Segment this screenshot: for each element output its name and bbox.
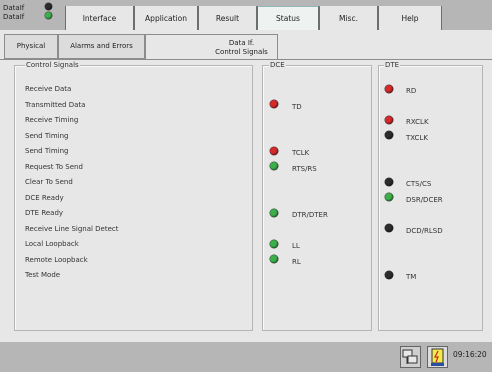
subtab-physical[interactable]: Physical — [4, 34, 58, 59]
signal-label: Transmitted Data — [25, 100, 86, 109]
dce-led-indicator — [270, 239, 278, 248]
dte-led-indicator — [385, 131, 393, 139]
dce-signal-name: LL — [292, 242, 300, 250]
signal-label: Clear To Send — [25, 178, 73, 186]
dce-signal-name: RTS/RS — [292, 164, 317, 173]
dte-signal-name: CTS/CS — [406, 180, 432, 188]
signal-label: Receive Line Signal Detect — [25, 224, 119, 233]
dce-led-indicator — [270, 146, 278, 155]
signal-label: Receive Data — [25, 85, 72, 93]
dce-signal-name: RL — [292, 257, 301, 266]
subtab-divider — [0, 59, 492, 60]
dce-signal-name: TD — [292, 102, 302, 111]
dataif-label-1: DataIf — [3, 4, 25, 12]
signal-label: Request To Send — [25, 162, 83, 171]
dte-led-indicator — [385, 193, 393, 201]
signal-label: Test Mode — [25, 271, 61, 279]
signal-label: Remote Loopback — [25, 255, 88, 264]
dte-signal-name: DCD/RLSD — [406, 226, 443, 235]
tab-help[interactable]: Help — [378, 6, 442, 30]
status-bar: 09:16:20 — [0, 342, 492, 372]
dte-signal-name: TXCLK — [406, 133, 428, 142]
dataif-label-2: DataIf — [3, 13, 25, 21]
status-panel: Physical Alarms and Errors Data If. Cont… — [0, 30, 492, 342]
signal-label: DTE Ready — [25, 209, 64, 217]
dce-signal-name: DTR/DTER — [292, 211, 328, 219]
dte-signal-name: TM — [406, 273, 417, 281]
control-signals-title: Control Signals — [25, 61, 80, 69]
dce-title: DCE — [269, 61, 286, 69]
dte-led-indicator — [385, 115, 393, 124]
dte-led-indicator — [385, 84, 393, 93]
dte-signal-name: RXCLK — [406, 118, 429, 126]
dce-led-indicator — [270, 208, 278, 217]
signal-label: Send Timing — [25, 147, 69, 155]
dte-title: DTE — [384, 61, 401, 69]
dataif-status-led-2 — [45, 12, 52, 19]
subtab-data-if-control-signals[interactable]: Data If. Control Signals — [145, 34, 278, 60]
dte-led-indicator — [385, 177, 393, 186]
network-icon[interactable] — [400, 346, 421, 368]
signal-label: Receive Timing — [25, 116, 79, 124]
dte-led-indicator — [385, 270, 393, 279]
tab-interface[interactable]: Interface — [65, 6, 134, 30]
dte-signal-name: RD — [406, 87, 417, 95]
dce-signal-name: TCLK — [292, 149, 310, 157]
dte-led-indicator — [385, 224, 393, 232]
tab-application[interactable]: Application — [134, 6, 198, 30]
clock: 09:16:20 — [453, 350, 487, 359]
signal-label: Send Timing — [25, 131, 69, 140]
tab-result[interactable]: Result — [198, 6, 257, 30]
tab-misc[interactable]: Misc. — [319, 6, 378, 30]
top-tab-bar: DataIf DataIf Interface Application Resu… — [0, 0, 492, 30]
subtab-alarms-and-errors[interactable]: Alarms and Errors — [58, 34, 145, 59]
power-icon[interactable] — [427, 346, 448, 368]
dataif-status-led-1 — [45, 3, 52, 10]
signal-label: DCE Ready — [25, 193, 64, 202]
dce-led-indicator — [270, 100, 278, 108]
dce-led-indicator — [270, 162, 278, 170]
dte-signal-name: DSR/DCER — [406, 195, 443, 204]
signal-label: Local Loopback — [25, 240, 79, 248]
dce-group — [262, 65, 372, 331]
tab-status[interactable]: Status — [257, 6, 319, 30]
dce-led-indicator — [270, 255, 278, 263]
